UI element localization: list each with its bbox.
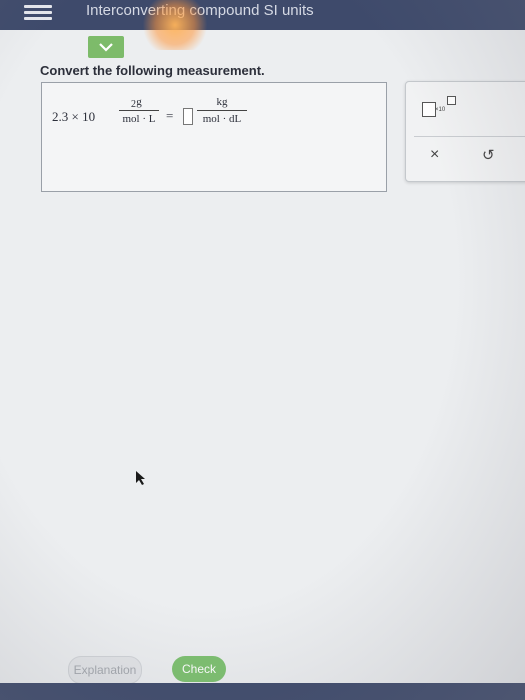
to-unit: kg mol · dL xyxy=(197,96,247,125)
undo-icon[interactable]: ↺ xyxy=(482,146,495,164)
bottom-bar xyxy=(0,683,525,700)
expand-tab[interactable] xyxy=(88,36,124,58)
x10-label: ×10 xyxy=(435,107,446,113)
answer-input[interactable] xyxy=(183,108,193,125)
close-icon[interactable]: × xyxy=(430,146,439,164)
instruction-text: Convert the following measurement. xyxy=(40,63,265,78)
to-unit-denominator: mol · dL xyxy=(202,113,242,125)
glare xyxy=(140,0,210,50)
answer-area: 2.3 × 10 2 g mol · L = kg mol · dL xyxy=(41,82,387,192)
from-unit-numerator: g xyxy=(119,96,159,111)
check-button[interactable]: Check xyxy=(172,656,226,682)
chevron-down-icon xyxy=(99,43,113,52)
menu-icon[interactable] xyxy=(24,2,52,22)
cursor-arrow-icon xyxy=(136,471,145,485)
top-bar: Interconverting compound SI units xyxy=(0,0,525,30)
explanation-button[interactable]: Explanation xyxy=(68,656,142,684)
divider xyxy=(414,136,525,137)
coefficient: 2.3 × 10 xyxy=(52,109,96,124)
from-unit-denominator: mol · L xyxy=(122,113,156,125)
equals-sign: = xyxy=(166,108,174,123)
from-unit: g mol · L xyxy=(119,96,159,125)
to-unit-numerator: kg xyxy=(197,96,247,111)
tools-panel: ×10 × ↺ xyxy=(405,81,525,182)
